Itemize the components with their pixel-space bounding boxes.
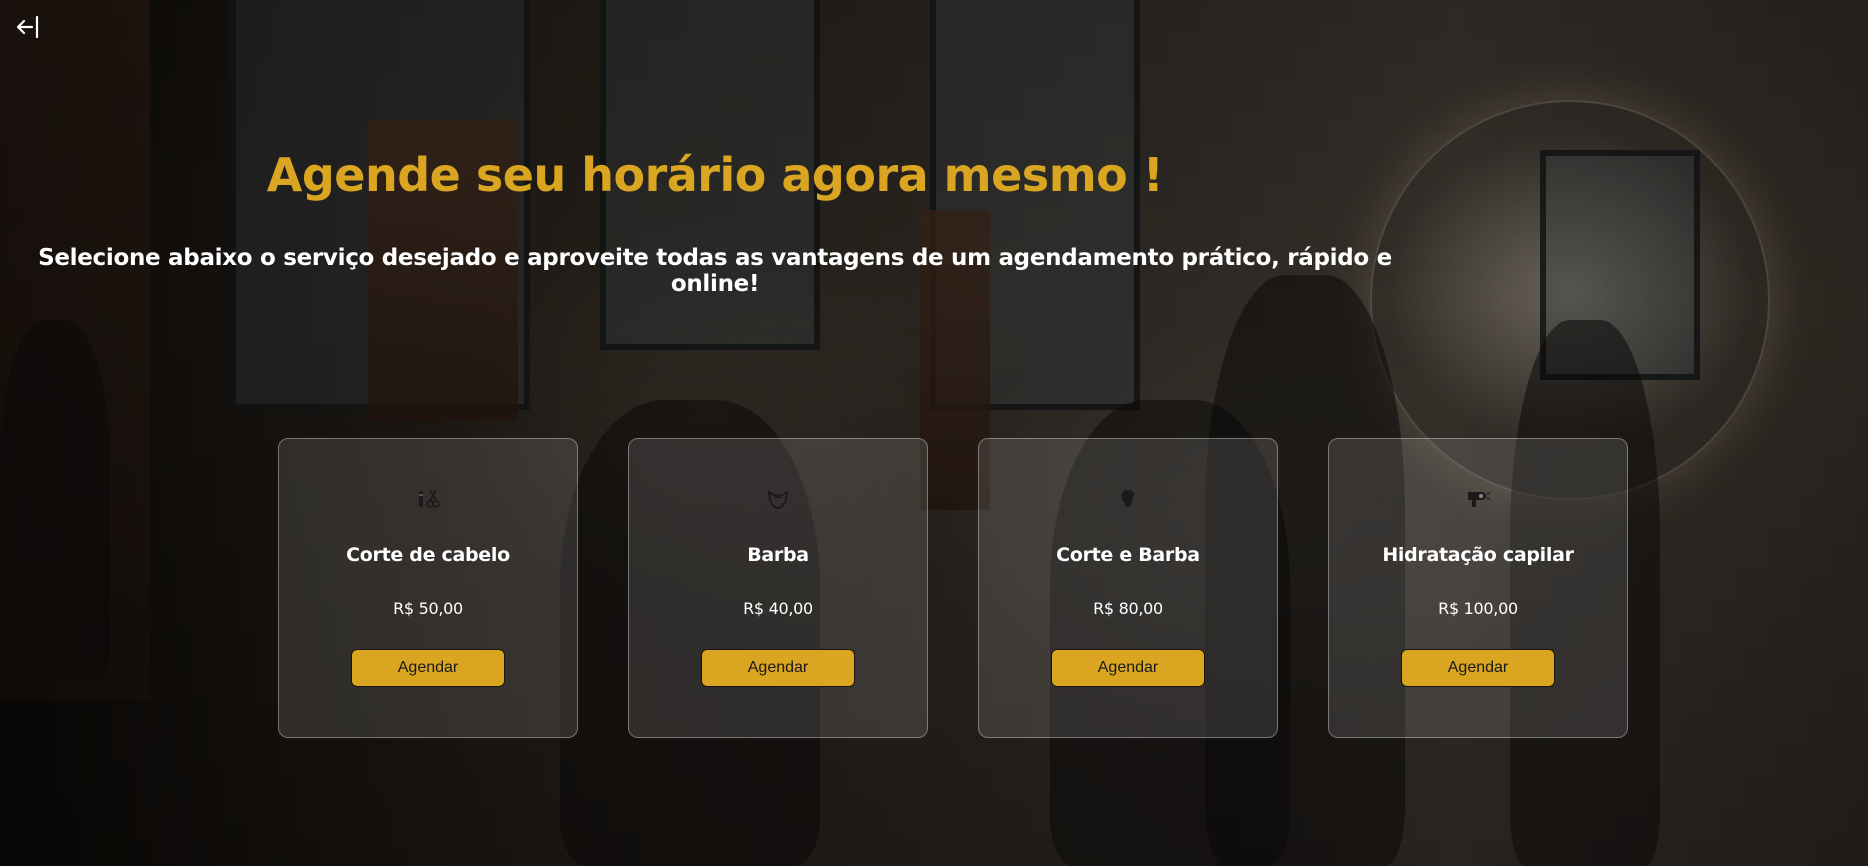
beard-icon: [768, 491, 788, 509]
service-name: Hidratação capilar: [1382, 544, 1574, 566]
service-name: Corte e Barba: [1056, 544, 1200, 566]
service-price: R$ 50,00: [393, 599, 463, 618]
arrow-left-bar-icon: [16, 15, 39, 39]
service-card-corte-barba: Corte e Barba R$ 80,00 Agendar: [978, 438, 1278, 738]
page-title: Agende seu horário agora mesmo !: [266, 148, 1164, 202]
service-card-hidratacao: Hidratação capilar R$ 100,00 Agendar: [1328, 438, 1628, 738]
service-name: Barba: [747, 544, 809, 566]
service-price: R$ 100,00: [1438, 599, 1518, 618]
schedule-button-corte-barba[interactable]: Agendar: [1051, 649, 1205, 687]
schedule-button-barba[interactable]: Agendar: [701, 649, 855, 687]
service-price: R$ 80,00: [1093, 599, 1163, 618]
page-subtitle: Selecione abaixo o serviço desejado e ap…: [38, 245, 1392, 297]
service-card-barba: Barba R$ 40,00 Agendar: [628, 438, 928, 738]
services-list: Corte de cabelo R$ 50,00 Agendar Barba R…: [278, 438, 1628, 738]
hair-beard-profile-icon: [1121, 489, 1135, 507]
hair-dryer-icon: [1468, 492, 1491, 507]
service-name: Corte de cabelo: [346, 544, 510, 566]
back-button[interactable]: [12, 12, 42, 42]
schedule-button-corte[interactable]: Agendar: [351, 649, 505, 687]
clipper-scissors-icon: [419, 489, 440, 508]
schedule-button-hidratacao[interactable]: Agendar: [1401, 649, 1555, 687]
service-card-corte: Corte de cabelo R$ 50,00 Agendar: [278, 438, 578, 738]
service-price: R$ 40,00: [743, 599, 813, 618]
